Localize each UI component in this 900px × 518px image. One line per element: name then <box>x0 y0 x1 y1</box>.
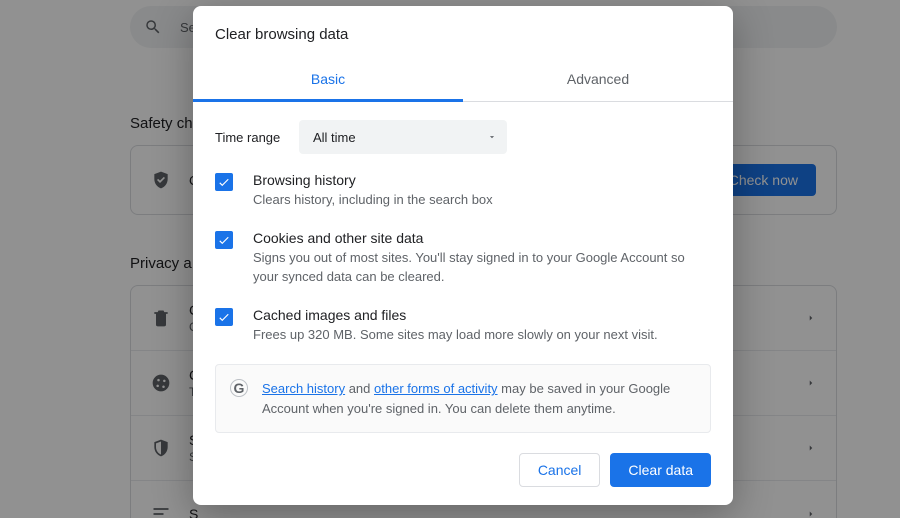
check-icon <box>217 310 231 324</box>
time-range-label: Time range <box>215 130 299 145</box>
dropdown-arrow-icon <box>487 132 497 142</box>
dialog-title: Clear browsing data <box>193 6 733 59</box>
checkbox-browsing-history[interactable] <box>215 173 233 191</box>
clear-data-button[interactable]: Clear data <box>610 453 711 487</box>
time-range-value: All time <box>313 130 356 145</box>
checkbox-cookies[interactable] <box>215 231 233 249</box>
clear-browsing-data-dialog: Clear browsing data Basic Advanced Time … <box>193 6 733 505</box>
link-search-history[interactable]: Search history <box>262 381 345 396</box>
checkbox-cached[interactable] <box>215 308 233 326</box>
tab-advanced[interactable]: Advanced <box>463 59 733 101</box>
check-icon <box>217 175 231 189</box>
option-sub: Signs you out of most sites. You'll stay… <box>253 249 711 287</box>
option-cached: Cached images and files Frees up 320 MB.… <box>215 307 711 345</box>
settings-page: Se Safety ch C Check now Privacy a CC CT <box>0 0 900 518</box>
link-other-activity[interactable]: other forms of activity <box>374 381 498 396</box>
option-sub: Clears history, including in the search … <box>253 191 493 210</box>
option-title: Browsing history <box>253 172 493 188</box>
option-title: Cookies and other site data <box>253 230 711 246</box>
tab-basic[interactable]: Basic <box>193 59 463 102</box>
google-g-icon: G <box>230 379 248 397</box>
option-sub: Frees up 320 MB. Some sites may load mor… <box>253 326 658 345</box>
time-range-select[interactable]: All time <box>299 120 507 154</box>
option-browsing-history: Browsing history Clears history, includi… <box>215 172 711 210</box>
check-icon <box>217 233 231 247</box>
google-account-info: G Search history and other forms of acti… <box>215 364 711 433</box>
dialog-tabs: Basic Advanced <box>193 59 733 102</box>
option-cookies: Cookies and other site data Signs you ou… <box>215 230 711 287</box>
cancel-button[interactable]: Cancel <box>519 453 601 487</box>
option-title: Cached images and files <box>253 307 658 323</box>
